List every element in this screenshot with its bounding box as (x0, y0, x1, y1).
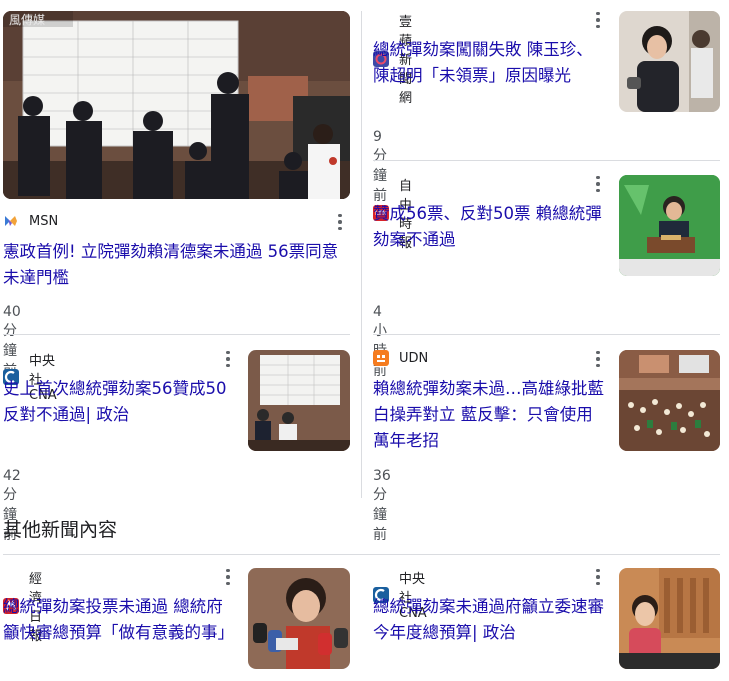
photo-presidential-office-spokesperson (619, 568, 720, 669)
image-watermark: 風傳媒 (9, 13, 45, 27)
source-name: MSN (29, 213, 59, 229)
photo-vote-board (248, 350, 350, 451)
headline-link[interactable]: 贊成56票、反對50票 賴總統彈劾案不通過 (373, 201, 609, 253)
news-image-president[interactable] (619, 175, 720, 276)
more-options-icon[interactable] (334, 212, 346, 232)
section-title-other-news: 其他新聞內容 (3, 519, 118, 541)
source-row: MSN (3, 213, 58, 229)
headline-link[interactable]: 總統彈劾案未通過府籲立委速審今年度總預算| 政治 (373, 594, 609, 646)
headline-link[interactable]: 賴總統彈劾案未過…高雄綠批藍白操弄對立 藍反擊：只會使用萬年老招 (373, 376, 609, 454)
photo-spokesperson-mics (248, 568, 350, 669)
more-options-icon[interactable] (592, 349, 604, 369)
photo-legislative-chamber (619, 350, 720, 451)
photo-president-podium (619, 175, 720, 276)
news-image-vote-board[interactable] (248, 350, 350, 451)
udn-logo-icon (373, 350, 389, 366)
timestamp: 4 小時前 (373, 304, 387, 379)
headline-link[interactable]: 總統彈劾案投票未通過 總統府籲快審總預算「做有意義的事」 (3, 594, 239, 646)
more-options-icon[interactable] (592, 10, 604, 30)
news-image-portrait[interactable] (619, 11, 720, 112)
divider (3, 334, 350, 335)
news-image-spokesperson-mics[interactable] (248, 568, 350, 669)
news-image-chamber[interactable] (619, 350, 720, 451)
more-options-icon[interactable] (592, 567, 604, 587)
headline-link[interactable]: 憲政首例! 立院彈劾賴清德案未通過 56票同意未達門檻 (3, 239, 348, 291)
divider (373, 334, 720, 335)
headline-link[interactable]: 史上首次總統彈劾案56贊成50反對不通過| 政治 (3, 376, 239, 428)
source-name: UDN (399, 350, 429, 366)
headline-link[interactable]: 總統彈劾案闖關失敗 陳玉珍、陳超明「未領票」原因曝光 (373, 37, 609, 89)
photo-legislature-scene: 風傳媒 (3, 11, 350, 199)
msn-logo-icon (3, 213, 19, 229)
photo-woman-speaking (619, 11, 720, 112)
news-image-legislature-vote[interactable]: 風傳媒 (3, 11, 350, 199)
source-row: UDN (373, 350, 428, 366)
more-options-icon[interactable] (222, 349, 234, 369)
column-divider (361, 11, 362, 498)
timestamp: 36 分鐘前 (373, 468, 391, 543)
divider (373, 160, 720, 161)
more-options-icon[interactable] (592, 174, 604, 194)
more-options-icon[interactable] (222, 567, 234, 587)
divider (3, 554, 720, 555)
news-image-presidential-office[interactable] (619, 568, 720, 669)
